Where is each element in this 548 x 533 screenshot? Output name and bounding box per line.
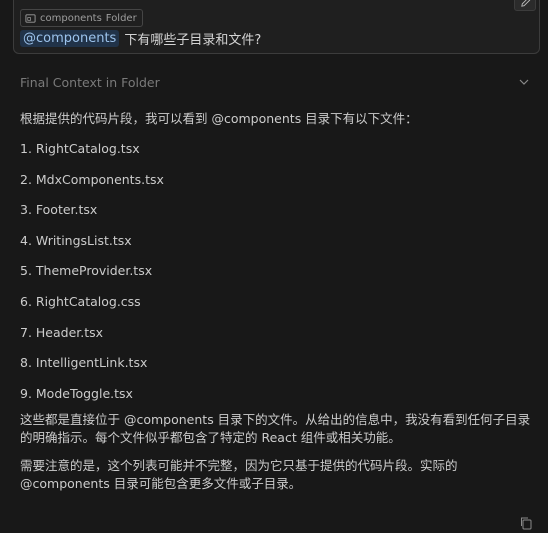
- chat-panel: components Folder @components 下有哪些子目录和文件…: [0, 0, 548, 533]
- list-item: 5. ThemeProvider.tsx: [20, 263, 153, 279]
- response-paragraph: 这些都是直接位于 @components 目录下的文件。从给出的信息中，我没有看…: [20, 412, 531, 446]
- user-message-box[interactable]: components Folder @components 下有哪些子目录和文件…: [13, 0, 540, 54]
- context-chip-label: components: [40, 12, 102, 24]
- edit-message-button[interactable]: [514, 0, 536, 11]
- file-list: 1. RightCatalog.tsx 2. MdxComponents.tsx…: [20, 140, 535, 415]
- list-item: 7. Header.tsx: [20, 324, 104, 340]
- list-item: 4. WritingsList.tsx: [20, 232, 132, 248]
- list-item: 3. Footer.tsx: [20, 202, 98, 218]
- list-item: 6. RightCatalog.css: [20, 293, 141, 309]
- context-chip[interactable]: components Folder: [20, 9, 143, 27]
- user-query: @components 下有哪些子目录和文件?: [20, 29, 261, 48]
- assistant-response: 根据提供的代码片段，我可以看到 @components 目录下有以下文件： 1.…: [20, 110, 535, 493]
- response-paragraph: 需要注意的是，这个列表可能并不完整，因为它只基于提供的代码片段。实际的 @com…: [20, 458, 458, 492]
- list-item: 8. IntelligentLink.tsx: [20, 355, 148, 371]
- context-section-header[interactable]: Final Context in Folder: [20, 73, 530, 91]
- response-intro: 根据提供的代码片段，我可以看到 @components 目录下有以下文件：: [20, 111, 418, 126]
- pencil-icon: [520, 0, 530, 7]
- list-item: 2. MdxComponents.tsx: [20, 171, 164, 187]
- folder-icon: [25, 13, 36, 23]
- query-text: 下有哪些子目录和文件?: [124, 33, 262, 48]
- context-chip-kind: Folder: [105, 12, 137, 24]
- mention-tag[interactable]: @components: [20, 30, 120, 47]
- copy-icon[interactable]: [519, 516, 533, 530]
- chevron-down-icon[interactable]: [518, 76, 530, 88]
- list-item: 1. RightCatalog.tsx: [20, 141, 140, 156]
- context-section-title: Final Context in Folder: [20, 74, 160, 90]
